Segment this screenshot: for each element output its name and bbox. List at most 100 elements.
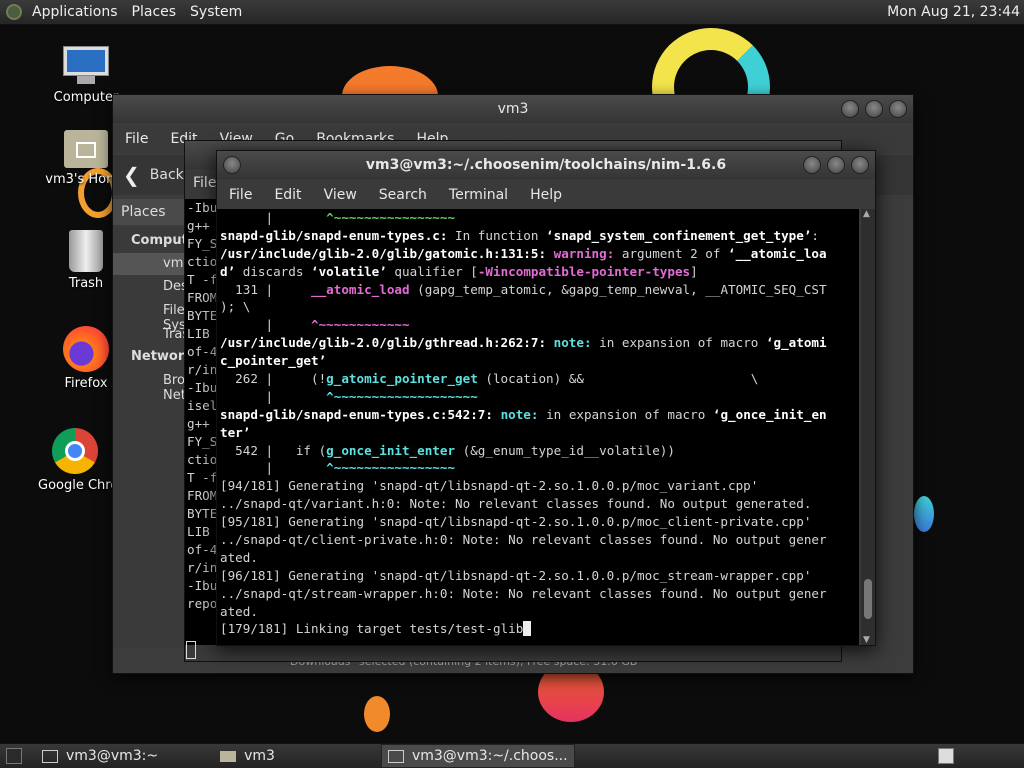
terminal-text-segment: discards [235,263,311,279]
taskbar-item-label: vm3 [244,748,275,764]
taskbar-item-file-manager[interactable]: vm3 [214,745,281,767]
system-menu[interactable]: System [190,4,242,20]
terminal-text-segment: d’ [220,263,236,279]
terminal-text-segment: c_pointer_get’ [220,353,327,369]
terminal-text-segment: argument 2 of [614,245,729,261]
file-manager-titlebar[interactable]: vm3 [113,95,913,123]
workspace-switcher[interactable] [938,748,954,764]
taskbar-item-label: vm3@vm3:~/.choos... [411,748,568,764]
scrollbar-thumb[interactable] [864,579,872,619]
terminal-text-segment: ../snapd-qt/stream-wrapper.h:0: Note: No… [220,585,827,601]
taskbar-item-terminal-2[interactable]: vm3@vm3:~/.choos... [380,744,575,768]
terminal-text-segment: ‘g_once_init_en [712,406,827,422]
maximize-button[interactable] [865,100,883,118]
terminal-text-segment: warning: [553,245,615,261]
terminal-line: ated. [217,549,859,567]
menu-file[interactable]: File [229,187,252,203]
terminal-text-segment: ^~~~~~~~~~~~~~~~~~~~ [326,388,478,404]
chrome-icon [52,428,98,474]
close-button[interactable] [851,156,869,174]
terminal-line: 542 | if (g_once_init_enter (&g_enum_typ… [217,442,859,460]
terminal-text-segment: ../snapd-qt/variant.h:0: Note: No releva… [220,496,812,512]
scroll-down-arrow-icon[interactable]: ▼ [863,635,870,645]
show-desktop-icon[interactable] [6,748,22,764]
close-button[interactable] [889,100,907,118]
minimize-button[interactable] [841,100,859,118]
minimize-button[interactable] [803,156,821,174]
wallpaper-shape [364,696,390,732]
terminal-text-segment: ^~~~~~~~~~~~~~~~~ [326,460,456,476]
menu-view[interactable]: View [324,187,357,203]
terminal-text-segment: note: [553,335,592,351]
terminal-text-segment: [94/181] Generating 'snapd-qt/libsnapd-q… [220,478,759,494]
terminal-text-segment: in expansion of macro [538,406,713,422]
terminal-line: ../snapd-qt/client-private.h:0: Note: No… [217,531,859,549]
terminal-text-segment: ‘volatile’ [311,263,387,279]
terminal-text-segment: [95/181] Generating 'snapd-qt/libsnapd-q… [220,514,812,530]
terminal-text-segment: : [811,227,820,243]
home-folder-icon [64,130,108,168]
maximize-button[interactable] [827,156,845,174]
terminal-line: [95/181] Generating 'snapd-qt/libsnapd-q… [217,513,859,531]
taskbar-item-terminal-1[interactable]: vm3@vm3:~ [36,745,164,767]
terminal-line: [94/181] Generating 'snapd-qt/libsnapd-q… [217,477,859,495]
menu-terminal[interactable]: Terminal [449,187,508,203]
places-menu[interactable]: Places [132,4,177,20]
back-icon: ❮ [123,163,140,187]
top-panel: Applications Places System Mon Aug 21, 2… [0,0,1024,25]
terminal-text-segment: ../snapd-qt/client-private.h:0: Note: No… [220,532,827,548]
folder-icon [220,750,237,762]
terminal-text-segment: g_atomic_pointer_get [326,371,478,387]
terminal-text-segment: 131 | [220,281,311,297]
terminal-icon [42,749,58,763]
terminal-line: | ^~~~~~~~~~~~~ [217,316,859,334]
terminal-text-segment: ^~~~~~~~~~~~~~~~~ [326,210,456,225]
terminal-text-segment: | [220,388,327,404]
terminal-scrollbar[interactable]: ▲ ▼ [861,209,875,645]
terminal-line: d’ discards ‘volatile’ qualifier [-Winco… [217,263,859,281]
terminal-text-segment: snapd-glib/snapd-enum-types.c: [220,227,448,243]
terminal-text-segment: ^~~~~~~~~~~~~ [311,317,410,333]
terminal-text-segment: (gapg_temp_atomic, &gapg_temp_newval, __… [409,281,827,297]
firefox-icon [63,326,109,372]
terminal-line: | ^~~~~~~~~~~~~~~~~~~~ [217,388,859,406]
terminal-text-segment: 542 | if ( [220,442,327,458]
terminal-line: 131 | __atomic_load (gapg_temp_atomic, &… [217,281,859,299]
terminal-output[interactable]: | ^~~~~~~~~~~~~~~~~ snapd-glib/snapd-enum… [217,209,859,645]
terminal-text-segment: In function [447,227,547,243]
sidebar-item-home[interactable]: vm3 [113,253,192,275]
back-button[interactable]: Back [150,167,184,183]
menu-help[interactable]: Help [530,187,562,203]
menu-search[interactable]: Search [379,187,427,203]
scroll-up-arrow-icon[interactable]: ▲ [863,209,870,219]
terminal-text-segment: -Wincompatible-pointer-types [477,263,691,279]
terminal-text-segment: ‘__atomic_loa [728,245,827,261]
terminal-line: c_pointer_get’ [217,352,859,370]
clock[interactable]: Mon Aug 21, 23:44 [887,4,1020,20]
distro-logo-icon[interactable] [6,4,22,20]
terminal-titlebar[interactable]: vm3@vm3:~/.choosenim/toolchains/nim-1.6.… [217,151,875,179]
menu-file[interactable]: File [125,131,148,147]
menu-edit[interactable]: Edit [274,187,301,203]
file-manager-sidebar: Computer vm3 Desktop File System Trash N… [113,227,217,647]
terminal-menubar: File Edit View Search Terminal Help [217,181,875,209]
wallpaper-shape [914,496,934,532]
second-terminal-menu-file[interactable]: File [193,175,216,191]
window-menu-button[interactable] [223,156,241,174]
terminal-line: /usr/include/glib-2.0/glib/gatomic.h:131… [217,245,859,263]
terminal-line: ter’ [217,424,859,442]
terminal-line: [179/181] Linking target tests/test-glib [217,620,859,638]
applications-menu[interactable]: Applications [32,4,118,20]
terminal-text-segment: 262 | (! [220,371,327,387]
terminal-window: vm3@vm3:~/.choosenim/toolchains/nim-1.6.… [216,150,876,646]
places-selector[interactable]: Places [113,199,191,225]
terminal-text-segment: [179/181] Linking target tests/test-glib [220,621,524,637]
terminal-line: | ^~~~~~~~~~~~~~~~~ [217,209,859,227]
terminal-line: [96/181] Generating 'snapd-qt/libsnapd-q… [217,567,859,585]
desktop-icon-chrome[interactable]: Google Chrome [38,428,112,493]
terminal-line: ); \ [217,298,859,316]
terminal-line: | ^~~~~~~~~~~~~~~~~ [217,459,859,477]
